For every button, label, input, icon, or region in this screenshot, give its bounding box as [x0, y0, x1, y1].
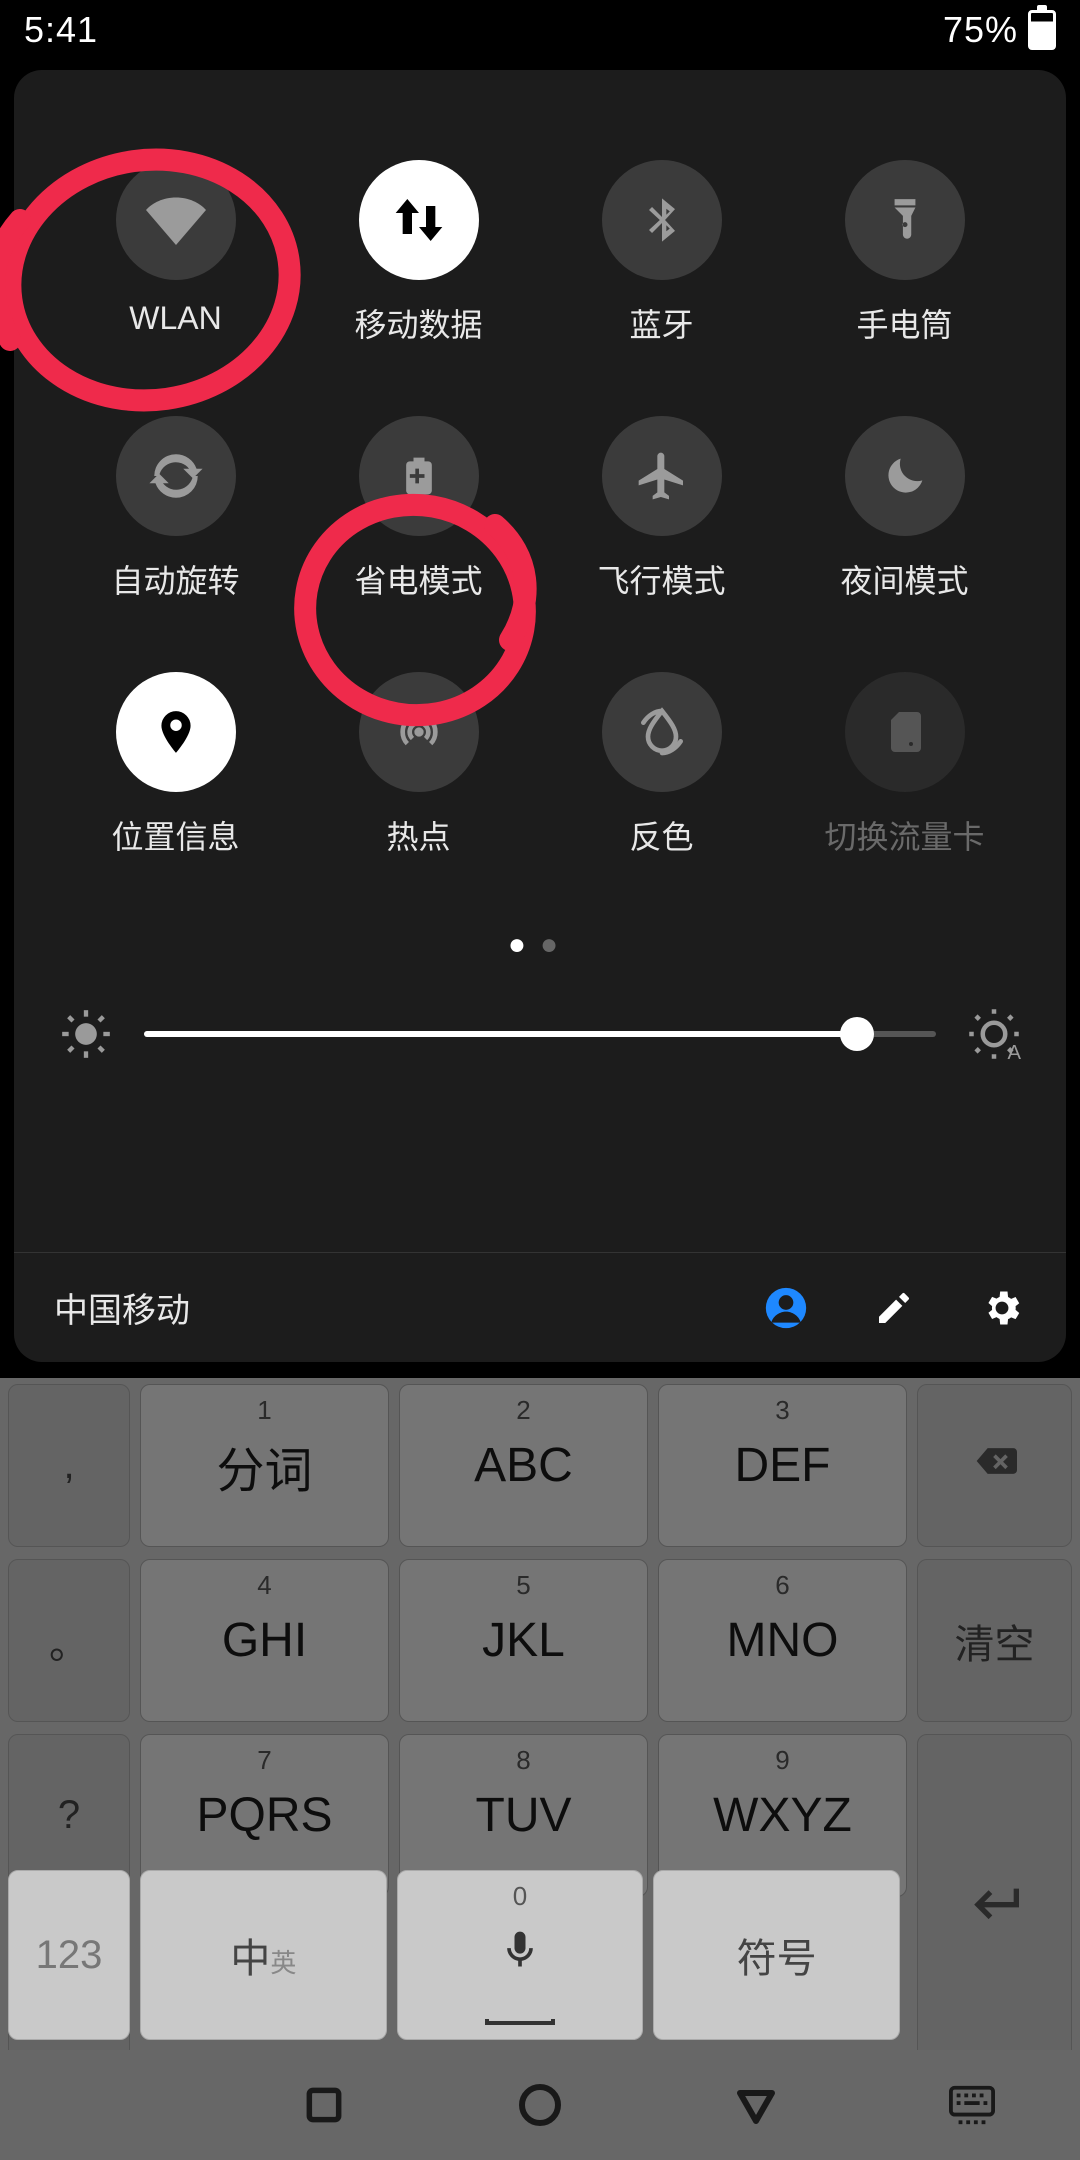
qs-tile-airplane[interactable]: 飞行模式	[540, 416, 783, 602]
settings-icon[interactable]	[978, 1284, 1026, 1332]
key-6[interactable]: 6MNO	[658, 1559, 907, 1722]
moon-icon	[845, 416, 965, 536]
qs-label: 自动旋转	[111, 556, 239, 602]
key-enter[interactable]	[917, 1734, 1072, 2079]
svg-text:A: A	[1008, 1042, 1022, 1061]
key-lang[interactable]: 中英	[140, 1870, 387, 2040]
qs-label: 移动数据	[354, 300, 482, 346]
slider-fill	[144, 1031, 857, 1037]
data-arrows-icon	[359, 160, 479, 280]
qs-tile-auto-rotate[interactable]: 自动旋转	[54, 416, 297, 602]
key-comma[interactable]: ,	[8, 1384, 130, 1547]
enter-icon	[963, 1870, 1027, 1944]
sim-icon	[845, 672, 965, 792]
key-voice[interactable]: 0	[397, 1870, 644, 2040]
key-4[interactable]: 4GHI	[140, 1559, 389, 1722]
qs-tile-flashlight[interactable]: 手电筒	[783, 160, 1026, 346]
location-icon	[116, 672, 236, 792]
key-123[interactable]: 123	[8, 1870, 130, 2040]
key-symbols[interactable]: 符号	[653, 1870, 900, 2040]
quick-settings-footer: 中国移动	[14, 1252, 1066, 1362]
nav-home[interactable]	[510, 2075, 570, 2135]
wifi-icon	[116, 160, 236, 280]
backspace-icon	[965, 1439, 1025, 1493]
brightness-auto-icon[interactable]: A	[962, 1002, 1026, 1066]
battery-percent: 75%	[943, 9, 1018, 51]
nav-recent[interactable]	[294, 2075, 354, 2135]
key-5[interactable]: 5JKL	[399, 1559, 648, 1722]
nav-ime-icon[interactable]	[942, 2075, 1002, 2135]
quick-settings-panel: WLAN 移动数据 蓝牙 手电筒	[14, 70, 1066, 1362]
key-backspace[interactable]	[917, 1384, 1072, 1547]
qs-tile-invert[interactable]: 反色	[540, 672, 783, 858]
qs-tile-night-mode[interactable]: 夜间模式	[783, 416, 1026, 602]
nav-back[interactable]	[726, 2075, 786, 2135]
status-right: 75%	[943, 9, 1056, 51]
qs-tile-sim-switch[interactable]: 切换流量卡	[783, 672, 1026, 858]
qs-label: 位置信息	[111, 812, 239, 858]
edit-icon[interactable]	[870, 1284, 918, 1332]
qs-label: 手电筒	[856, 300, 952, 346]
qs-tile-hotspot[interactable]: 热点	[297, 672, 540, 858]
key-3[interactable]: 3DEF	[658, 1384, 907, 1547]
quick-settings-grid: WLAN 移动数据 蓝牙 手电筒	[14, 160, 1066, 858]
qs-label: 省电模式	[354, 556, 482, 602]
qs-label: 夜间模式	[840, 556, 968, 602]
flashlight-icon	[845, 160, 965, 280]
brightness-slider[interactable]	[144, 1014, 936, 1054]
battery-plus-icon	[359, 416, 479, 536]
qs-tile-mobile-data[interactable]: 移动数据	[297, 160, 540, 346]
key-1[interactable]: 1分词	[140, 1384, 389, 1547]
page-dot-inactive: ●	[540, 928, 572, 961]
ime-bottom-row: 123 中英 0 符号	[8, 1870, 900, 2040]
status-bar: 5:41 75%	[0, 0, 1080, 60]
qs-tile-wlan[interactable]: WLAN	[54, 160, 297, 346]
airplane-icon	[602, 416, 722, 536]
hotspot-icon	[359, 672, 479, 792]
brightness-low-icon[interactable]	[54, 1002, 118, 1066]
qs-tile-bluetooth[interactable]: 蓝牙	[540, 160, 783, 346]
footer-icons	[762, 1284, 1026, 1332]
invert-icon	[602, 672, 722, 792]
page-indicator: ●●	[14, 928, 1066, 962]
qs-label: 反色	[629, 812, 693, 858]
battery-icon	[1028, 10, 1056, 50]
slider-thumb[interactable]	[840, 1017, 874, 1051]
qs-label: 热点	[386, 812, 450, 858]
page-dot-active: ●	[508, 928, 540, 961]
key-period[interactable]: 。	[8, 1559, 130, 1722]
rotate-icon	[116, 416, 236, 536]
qs-label: WLAN	[129, 300, 221, 337]
qs-label: 飞行模式	[597, 556, 725, 602]
screen: 5:41 75% WLAN 移动数据	[0, 0, 1080, 2160]
status-time: 5:41	[24, 9, 98, 51]
qs-label: 蓝牙	[629, 300, 693, 346]
qs-tile-battery-saver[interactable]: 省电模式	[297, 416, 540, 602]
qs-label: 切换流量卡	[824, 812, 984, 858]
carrier-label: 中国移动	[54, 1283, 190, 1332]
mic-icon	[498, 1928, 542, 1982]
navigation-bar	[0, 2050, 1080, 2160]
key-clear[interactable]: 清空	[917, 1559, 1072, 1722]
bluetooth-icon	[602, 160, 722, 280]
ime-keyboard: , 1分词 2ABC 3DEF 。 4GHI 5JKL 6MNO 清空 ? 7P…	[0, 1378, 1080, 2160]
key-2[interactable]: 2ABC	[399, 1384, 648, 1547]
qs-tile-location[interactable]: 位置信息	[54, 672, 297, 858]
user-icon[interactable]	[762, 1284, 810, 1332]
brightness-slider-row: A	[14, 1002, 1066, 1066]
